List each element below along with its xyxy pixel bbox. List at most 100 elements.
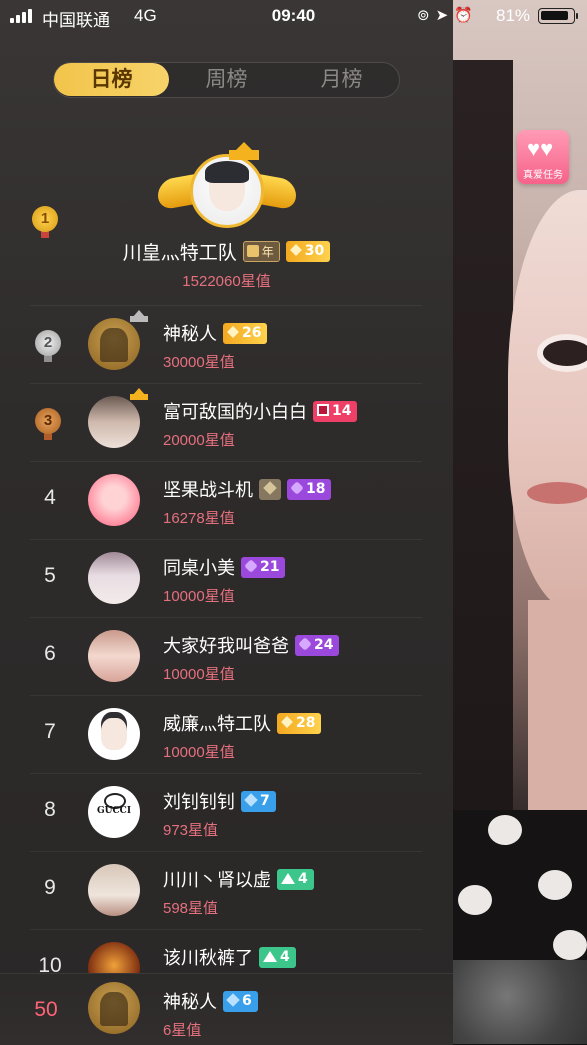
- year-badge: 年: [242, 241, 280, 262]
- level-badge: 4: [277, 868, 314, 890]
- shield-icon: [263, 480, 277, 495]
- tab-monthly[interactable]: 月榜: [284, 63, 399, 96]
- diamond-icon: [227, 325, 239, 338]
- diamond-icon: [289, 244, 302, 256]
- list-item[interactable]: 7 威廉灬特工队 28 10000星值: [30, 695, 422, 774]
- gucci-logo-text: GUCCI: [96, 806, 132, 816]
- leaderboard-panel: 日榜 周榜 月榜 1 川皇灬特工队 年 30 1522060星值 2 神秘人 26…: [0, 0, 453, 1045]
- tab-weekly[interactable]: 周榜: [169, 63, 284, 96]
- gem-icon: [290, 480, 304, 495]
- user-name: 神秘人: [163, 992, 217, 1012]
- user-name: 大家好我叫爸爸: [163, 636, 289, 656]
- level-badge: 6: [223, 990, 258, 1012]
- tab-daily[interactable]: 日榜: [54, 63, 169, 96]
- diamond-icon: [226, 992, 240, 1007]
- level-badge: 18: [287, 478, 332, 500]
- my-rank-row[interactable]: 50 神秘人 6 6星值: [0, 973, 453, 1045]
- video-face: [508, 190, 587, 610]
- avatar[interactable]: [190, 154, 264, 228]
- star-score: 10000星值: [163, 744, 235, 761]
- triangle-icon: [281, 872, 295, 884]
- user-name: 川川丶肾以虚: [163, 870, 271, 890]
- avatar[interactable]: [88, 864, 140, 916]
- battery-icon: [538, 8, 578, 24]
- level-badge: 4: [259, 946, 296, 968]
- rank-number: 9: [44, 876, 56, 899]
- shirt-dot: [538, 870, 572, 900]
- period-tabs: 日榜 周榜 月榜: [53, 62, 400, 98]
- top1-name-row: 川皇灬特工队 年 30: [0, 238, 453, 264]
- level-badge: 30: [285, 241, 331, 262]
- avatar[interactable]: [88, 474, 140, 526]
- rank-1-entry[interactable]: 1 川皇灬特工队 年 30 1522060星值: [0, 140, 453, 300]
- love-task-label: 真爱任务: [523, 170, 563, 181]
- status-bar: 中国联通 4G 09:40 ⊚➤⏰ 81%: [0, 0, 587, 32]
- video-lips: [527, 482, 587, 504]
- avatar[interactable]: GUCCI: [88, 786, 140, 838]
- gem-icon: [244, 558, 258, 573]
- video-neck: [528, 600, 587, 810]
- star-score: 973星值: [163, 822, 219, 839]
- crown-icon: [229, 142, 259, 160]
- shield-icon: [246, 245, 259, 257]
- hearts-icon: ♥♥: [527, 136, 554, 161]
- star-score: 6星值: [163, 1022, 202, 1039]
- level-badge: 14: [313, 400, 358, 422]
- list-item[interactable]: 9 川川丶肾以虚 4 598星值: [30, 851, 422, 930]
- star-score: 16278星值: [163, 510, 235, 527]
- list-item[interactable]: 6 大家好我叫爸爸 24 10000星值: [30, 617, 422, 696]
- shirt-dot: [488, 815, 522, 845]
- triangle-icon: [263, 950, 277, 962]
- video-fur: [453, 960, 587, 1044]
- avatar[interactable]: [88, 630, 140, 682]
- rank-number: 6: [44, 642, 56, 665]
- user-name: 刘钊钊钊: [163, 792, 235, 812]
- crown-icon: [130, 310, 148, 322]
- avatar[interactable]: [88, 318, 140, 370]
- list-item[interactable]: 2 神秘人 26 30000星值: [30, 305, 422, 384]
- user-name: 富可敌国的小白白: [163, 402, 307, 422]
- silver-medal-icon: 2: [35, 330, 61, 364]
- diamond-icon: [281, 715, 293, 728]
- level-badge: 28: [277, 712, 322, 734]
- star-score: 1522060星值: [182, 273, 271, 290]
- crown-icon: [130, 388, 148, 400]
- shirt-dot: [553, 930, 587, 960]
- avatar[interactable]: [88, 396, 140, 448]
- gold-medal-icon: 1: [32, 206, 58, 240]
- rank-number: 4: [44, 486, 56, 509]
- avatar[interactable]: [88, 552, 140, 604]
- star-score: 30000星值: [163, 354, 235, 371]
- shirt-dot: [458, 885, 492, 915]
- gem-icon: [298, 636, 312, 651]
- user-name: 该川秋裤了: [163, 948, 253, 968]
- diamond-icon: [244, 792, 258, 807]
- square-gem-icon: [317, 403, 329, 416]
- star-score: 10000星值: [163, 666, 235, 683]
- list-item[interactable]: 3 富可敌国的小白白 14 20000星值: [30, 383, 422, 462]
- star-score: 598星值: [163, 900, 219, 917]
- love-task-button[interactable]: ♥♥ 真爱任务: [517, 130, 569, 184]
- user-name: 川皇灬特工队: [122, 243, 237, 264]
- user-name: 威廉灬特工队: [163, 714, 271, 734]
- bronze-medal-icon: 3: [35, 408, 61, 442]
- avatar[interactable]: [88, 708, 140, 760]
- status-icons: ⊚➤⏰: [417, 7, 479, 24]
- list-item[interactable]: 8 GUCCI 刘钊钊钊 7 973星值: [30, 773, 422, 852]
- user-name: 神秘人: [163, 324, 217, 344]
- level-badge: 21: [241, 556, 286, 578]
- shield-badge: [259, 478, 281, 500]
- video-eye: [543, 340, 587, 366]
- battery-percent: 81%: [496, 6, 531, 25]
- user-name: 同桌小美: [163, 558, 235, 578]
- my-rank-number: 50: [34, 998, 58, 1021]
- rank-number: 8: [44, 798, 56, 821]
- rank-number: 5: [44, 564, 56, 587]
- level-badge: 24: [295, 634, 340, 656]
- avatar[interactable]: [88, 982, 140, 1034]
- user-name: 坚果战斗机: [163, 480, 253, 500]
- level-badge: 26: [223, 322, 268, 344]
- rank-number: 7: [44, 720, 56, 743]
- list-item[interactable]: 5 同桌小美 21 10000星值: [30, 539, 422, 618]
- list-item[interactable]: 4 坚果战斗机 18 16278星值: [30, 461, 422, 540]
